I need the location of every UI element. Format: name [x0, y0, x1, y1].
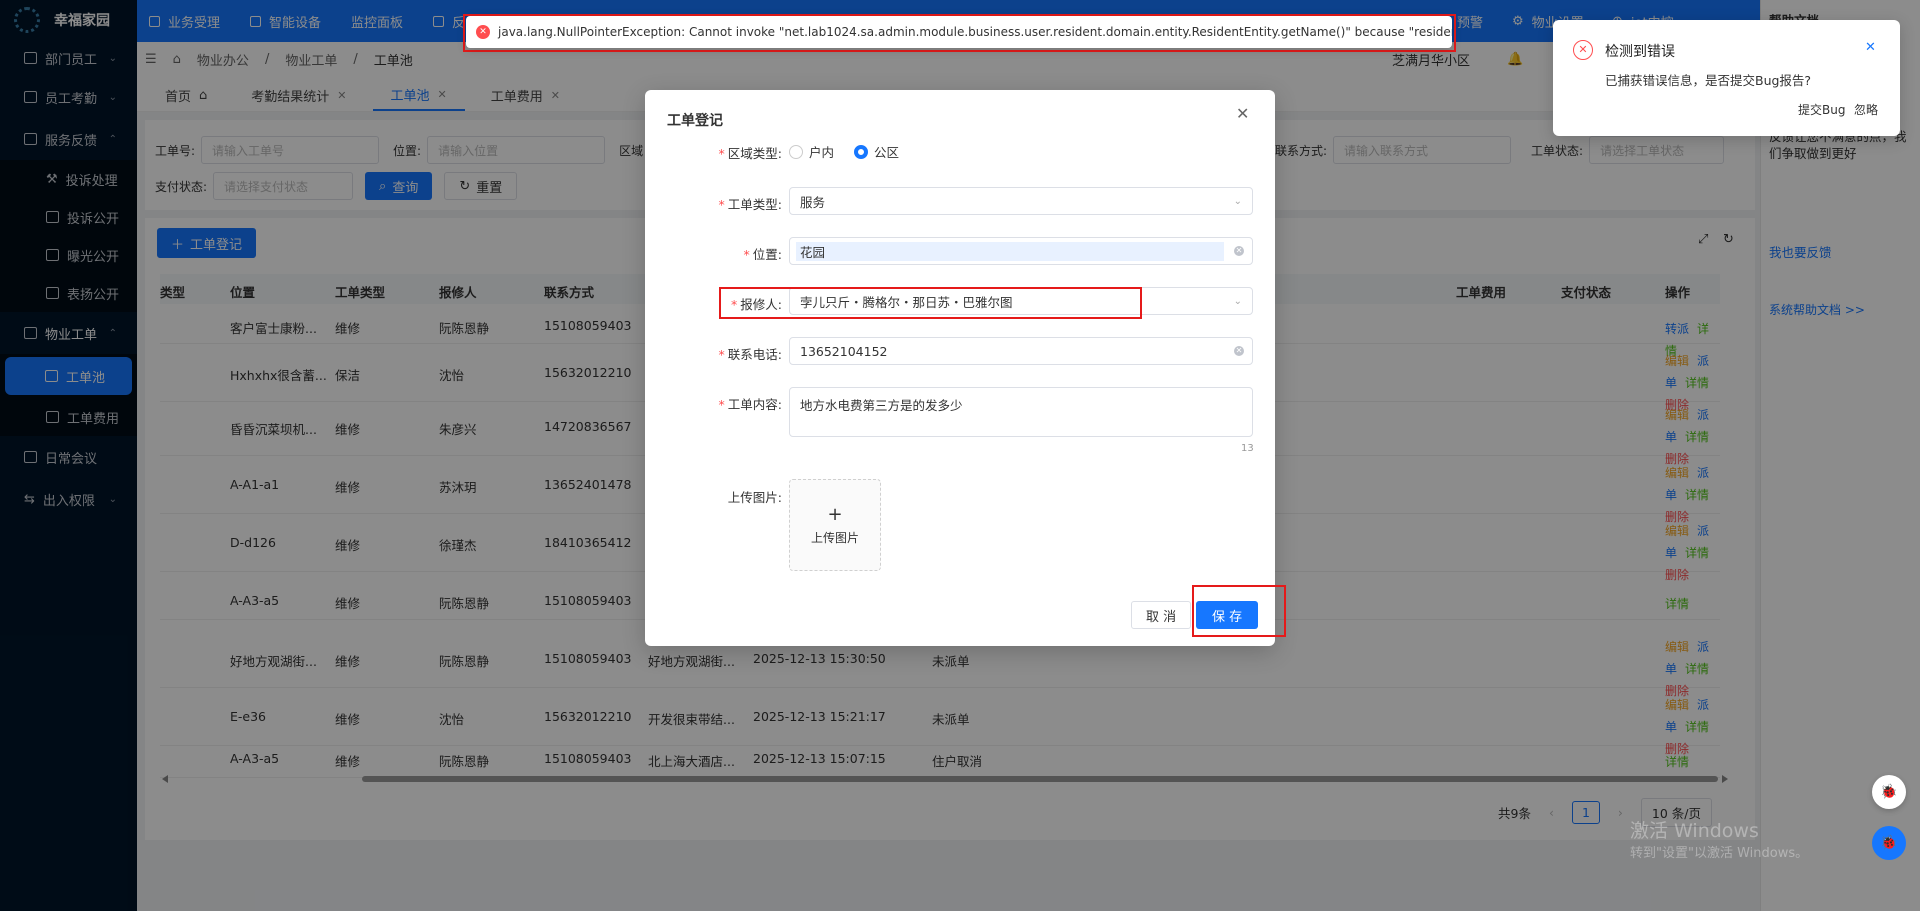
phone-value: 13652104152 — [800, 343, 888, 359]
notification-body: 已捕获错误信息，是否提交Bug报告? — [1605, 73, 1812, 88]
upload-text: 上传图片 — [810, 531, 859, 545]
content-label: 工单内容: — [727, 397, 782, 412]
highlight-box — [719, 287, 1142, 319]
dialog-title: 工单登记 — [667, 113, 723, 129]
error-icon: ✕ — [476, 25, 490, 39]
radio-indoor[interactable] — [789, 144, 803, 159]
radio-label: 公区 — [874, 145, 900, 160]
upload-box[interactable]: + 上传图片 — [789, 479, 881, 571]
cancel-label: 取 消 — [1146, 609, 1177, 625]
location-value: 花园 — [796, 241, 1224, 261]
char-count: 13 — [1241, 443, 1254, 454]
notification-title: 检测到错误 — [1605, 44, 1675, 60]
windows-activation-text: 转到"设置"以激活 Windows。 — [1630, 846, 1809, 861]
area-type-label: 区域类型: — [727, 146, 782, 161]
order-type-label: 工单类型: — [727, 197, 782, 212]
plus-icon: + — [827, 504, 843, 525]
highlight-box — [1192, 585, 1286, 637]
phone-label: 联系电话: — [727, 347, 782, 362]
content-value: 地方水电费第三方是的发多少 — [800, 398, 963, 413]
radio-public[interactable] — [854, 144, 869, 159]
order-register-dialog: 工单登记 ✕ * 区域类型: 户内 公区 * 工单类型: 服务 ⌄ * 位置: 花园 ✕ … — [645, 90, 1286, 646]
error-notification: ✕ 检测到错误 ✕ 已捕获错误信息，是否提交Bug报告? 提交Bug 忽略 — [1553, 20, 1900, 136]
phone-field[interactable]: 13652104152 ✕ — [789, 337, 1253, 365]
location-field[interactable]: 花园 ✕ — [789, 237, 1253, 265]
error-text: java.lang.NullPointerException: Cannot i… — [498, 25, 1452, 39]
location-label: 位置: — [752, 247, 782, 262]
ignore-button[interactable]: 忽略 — [1854, 101, 1878, 118]
upload-label: 上传图片: — [727, 490, 782, 505]
chevron-down-icon: ⌄ — [1233, 295, 1242, 307]
order-type-select[interactable]: 服务 ⌄ — [789, 187, 1253, 215]
windows-activation-title: 激活 Windows — [1630, 820, 1759, 842]
cancel-button[interactable]: 取 消 — [1131, 601, 1192, 629]
error-message: ✕ java.lang.NullPointerException: Cannot… — [466, 16, 1452, 48]
radio-label: 户内 — [809, 145, 835, 160]
submit-bug-button[interactable]: 提交Bug — [1798, 101, 1845, 118]
error-icon: ✕ — [1573, 40, 1593, 60]
clear-icon[interactable]: ✕ — [1234, 346, 1244, 356]
order-type-value: 服务 — [800, 194, 826, 210]
chevron-down-icon: ⌄ — [1233, 195, 1242, 207]
close-icon[interactable]: ✕ — [1865, 40, 1876, 55]
clear-icon[interactable]: ✕ — [1234, 246, 1244, 256]
close-icon[interactable]: ✕ — [1236, 104, 1249, 123]
area-type-radio-group: 户内 公区 — [789, 142, 899, 161]
bug-report-icon[interactable]: 🐞 — [1872, 826, 1906, 860]
bug-icon[interactable]: 🐞 — [1872, 775, 1906, 809]
content-textarea[interactable]: 地方水电费第三方是的发多少 — [789, 387, 1253, 437]
